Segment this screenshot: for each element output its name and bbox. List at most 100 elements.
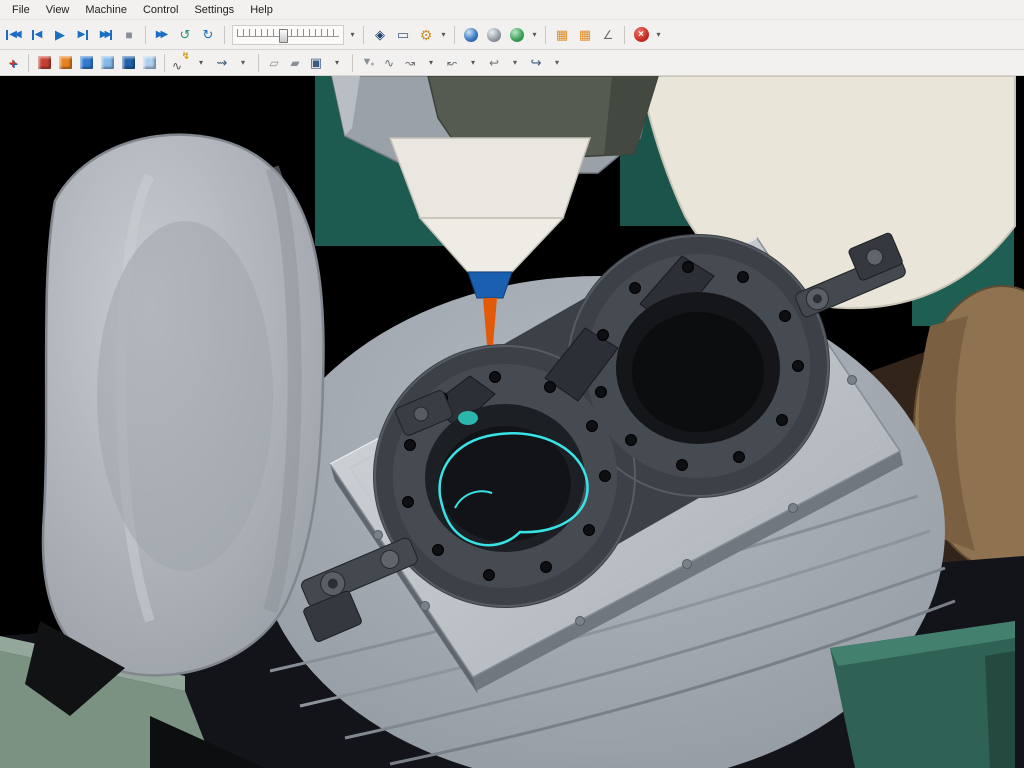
view-mode-dropdown-button[interactable]: ▾ bbox=[529, 24, 540, 46]
toolbar-separator bbox=[624, 26, 625, 44]
machine-scene bbox=[0, 76, 1024, 768]
rotate-ccw-button[interactable]: ↺ bbox=[174, 24, 196, 46]
toolpath-option-1-button[interactable]: ↝ bbox=[400, 53, 420, 73]
gear-icon: ⚙ bbox=[420, 28, 433, 42]
toolbar-separator bbox=[363, 26, 364, 44]
menu-settings[interactable]: Settings bbox=[186, 0, 242, 19]
view-cube-blue-button[interactable] bbox=[76, 53, 96, 73]
collision-check-button[interactable]: ▦ bbox=[551, 24, 573, 46]
machine-settings-button[interactable]: ⚙ bbox=[415, 24, 437, 46]
play-button[interactable]: ▶ bbox=[49, 24, 71, 46]
block-mode-button[interactable]: ◈ bbox=[369, 24, 391, 46]
settings-dropdown-button[interactable]: ▾ bbox=[438, 24, 449, 46]
speed-slider[interactable] bbox=[232, 25, 344, 45]
chevron-down-icon: ▾ bbox=[335, 59, 339, 67]
toolpath-curve-icon: ↩ bbox=[489, 57, 499, 69]
toolpath-curve-icon: ↝ bbox=[405, 57, 415, 69]
toolpath-analyze-dropdown[interactable]: ▾ bbox=[233, 53, 253, 73]
chevron-down-icon: ▾ bbox=[350, 31, 354, 39]
measure-button[interactable]: ∠ bbox=[597, 24, 619, 46]
stop-on-error-button[interactable]: × bbox=[630, 24, 652, 46]
chevron-down-icon: ▾ bbox=[656, 31, 660, 39]
stock-flat-button[interactable]: ▱ bbox=[264, 53, 284, 73]
gray-sphere-icon bbox=[487, 28, 501, 42]
skip-to-end-icon: ▶▶ bbox=[100, 30, 112, 40]
menu-control[interactable]: Control bbox=[135, 0, 186, 19]
skip-to-start-button[interactable]: ◀◀ bbox=[3, 24, 25, 46]
curve-icon: ∿ bbox=[384, 57, 394, 69]
machine-origin-button[interactable]: + bbox=[3, 53, 23, 73]
speed-dropdown-button[interactable]: ▾ bbox=[347, 24, 358, 46]
stop-icon: ■ bbox=[125, 29, 132, 41]
lightning-glyph: ↯ bbox=[182, 52, 190, 62]
step-forward-button[interactable]: ▶ bbox=[72, 24, 94, 46]
stock-target-button[interactable]: ▣ bbox=[306, 53, 326, 73]
toolbar-separator bbox=[454, 26, 455, 44]
toolpath-option-1-dropdown[interactable]: ▾ bbox=[421, 53, 441, 73]
menu-machine[interactable]: Machine bbox=[77, 0, 135, 19]
slider-thumb[interactable] bbox=[279, 29, 288, 43]
toolpath-analyze-icon: ⇝ bbox=[217, 56, 228, 69]
menu-help[interactable]: Help bbox=[242, 0, 281, 19]
step-backward-button[interactable]: ◀ bbox=[26, 24, 48, 46]
probe-marker bbox=[458, 411, 478, 425]
step-forward-icon: ▶ bbox=[78, 30, 89, 40]
toolpath-simulate-dropdown[interactable]: ▾ bbox=[191, 53, 211, 73]
error-dropdown-button[interactable]: ▾ bbox=[653, 24, 664, 46]
toolbar-separator bbox=[258, 54, 259, 72]
display-toolbar: + ∿ ↯ ▾ ⇝ ▾ ▱ ▰ ▣ ▾ ▼ ● ∿ ↝ ▾ bbox=[0, 50, 1024, 76]
fast-forward-icon: ▶▶ bbox=[156, 30, 168, 40]
toolbar-separator bbox=[352, 54, 353, 72]
globe-icon bbox=[510, 28, 524, 42]
chevron-down-icon: ▾ bbox=[199, 59, 203, 67]
toolbar-separator bbox=[545, 26, 546, 44]
curve-display-button[interactable]: ∿ bbox=[379, 53, 399, 73]
toolpath-option-3-dropdown[interactable]: ▾ bbox=[505, 53, 525, 73]
toolpath-option-2-button[interactable]: ↜ bbox=[442, 53, 462, 73]
measure-angle-icon: ∠ bbox=[603, 29, 614, 41]
toolbar-separator bbox=[28, 54, 29, 72]
tool-display-button[interactable]: ▼ ● bbox=[358, 53, 378, 73]
toolpath-option-3-button[interactable]: ↩ bbox=[484, 53, 504, 73]
toolpath-curve-icon: ↪ bbox=[531, 56, 542, 69]
chevron-down-icon: ▾ bbox=[532, 31, 536, 39]
chevron-down-icon: ▾ bbox=[513, 59, 517, 67]
chevron-down-icon: ▾ bbox=[441, 31, 445, 39]
toolpath-option-4-dropdown[interactable]: ▾ bbox=[547, 53, 567, 73]
stock-solid-icon: ▰ bbox=[290, 57, 299, 69]
view-cube-dark-blue-button[interactable] bbox=[118, 53, 138, 73]
stock-solid-button[interactable]: ▰ bbox=[285, 53, 305, 73]
stock-cube-red-button[interactable] bbox=[34, 53, 54, 73]
machine-3d-viewport[interactable] bbox=[0, 76, 1024, 768]
rotate-cw-button[interactable]: ↻ bbox=[197, 24, 219, 46]
toolpath-lightning-icon: ∿ ↯ bbox=[172, 55, 188, 71]
toolpath-curve-icon: ↜ bbox=[447, 57, 457, 69]
fast-forward-button[interactable]: ▶▶ bbox=[151, 24, 173, 46]
play-icon: ▶ bbox=[55, 28, 65, 41]
stop-button[interactable]: ■ bbox=[118, 24, 140, 46]
menu-view[interactable]: View bbox=[38, 0, 78, 19]
skip-to-start-icon: ◀◀ bbox=[6, 30, 21, 40]
toolpath-option-2-dropdown[interactable]: ▾ bbox=[463, 53, 483, 73]
solid-view-button[interactable] bbox=[460, 24, 482, 46]
stock-dropdown[interactable]: ▾ bbox=[327, 53, 347, 73]
chevron-down-icon: ▾ bbox=[471, 59, 475, 67]
wire-view-button[interactable] bbox=[483, 24, 505, 46]
collision-grid-icon: ▦ bbox=[556, 28, 568, 41]
step-backward-icon: ◀ bbox=[32, 30, 43, 40]
toolpath-analyze-button[interactable]: ⇝ bbox=[212, 53, 232, 73]
view-cube-pale-blue-button[interactable] bbox=[139, 53, 159, 73]
nc-editor-button[interactable]: ▭ bbox=[392, 24, 414, 46]
collision-report-button[interactable]: ▦ bbox=[574, 24, 596, 46]
block-mode-icon: ◈ bbox=[375, 28, 385, 41]
simulation-toolbar: ◀◀ ◀ ▶ ▶ ▶▶ ■ ▶▶ ↺ ↻ ▾ ◈ ▭ ⚙ ▾ ▾ ▦ ▦ ∠ ×… bbox=[0, 20, 1024, 50]
skip-to-end-button[interactable]: ▶▶ bbox=[95, 24, 117, 46]
toolpath-option-4-button[interactable]: ↪ bbox=[526, 53, 546, 73]
toolbar-separator bbox=[224, 26, 225, 44]
toolpath-simulate-button[interactable]: ∿ ↯ bbox=[170, 53, 190, 73]
menu-file[interactable]: File bbox=[4, 0, 38, 19]
stock-flat-icon: ▱ bbox=[269, 57, 278, 69]
view-cube-light-blue-button[interactable] bbox=[97, 53, 117, 73]
world-view-button[interactable] bbox=[506, 24, 528, 46]
stock-cube-orange-button[interactable] bbox=[55, 53, 75, 73]
